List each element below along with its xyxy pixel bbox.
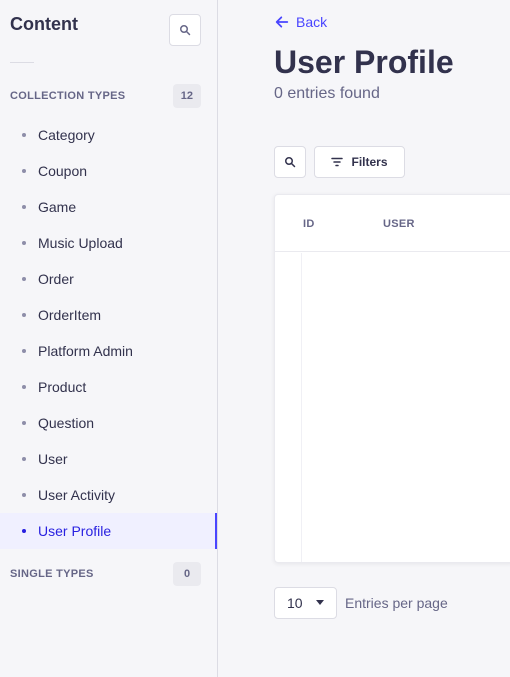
bullet-icon (22, 277, 26, 281)
sidebar-item-label: Category (38, 127, 95, 143)
single-types-header[interactable]: SINGLE TYPES 0 (10, 562, 201, 586)
bullet-icon (22, 241, 26, 245)
column-header-id[interactable]: ID (303, 218, 315, 230)
collection-types-list: Category Coupon Game Music Upload Order Order… (0, 117, 217, 549)
sidebar-item-label: Order (38, 271, 74, 287)
sidebar-item-label: User (38, 451, 68, 467)
collection-types-count-badge: 12 (172, 84, 201, 108)
sidebar-item-label: User Profile (38, 523, 112, 539)
sidebar-item-coupon[interactable]: Coupon (0, 153, 217, 189)
entries-per-page-select[interactable]: 10 (274, 587, 337, 619)
chevron-down-icon (316, 600, 324, 605)
single-types-label: SINGLE TYPES (10, 568, 94, 580)
sidebar-search-button[interactable] (169, 14, 201, 46)
filter-icon (331, 157, 344, 167)
table-body (301, 253, 302, 562)
sidebar-item-user-profile[interactable]: User Profile (0, 513, 217, 549)
sidebar-item-label: Platform Admin (38, 343, 133, 359)
entries-count: 0 entries found (274, 85, 380, 102)
main-content: Back User Profile 0 entries found Filter… (218, 0, 510, 677)
sidebar: Content COLLECTION TYPES 12 Category Coup… (0, 0, 218, 677)
bullet-icon (22, 313, 26, 317)
bullet-icon (22, 385, 26, 389)
sidebar-item-label: Product (38, 379, 87, 395)
bullet-icon (22, 205, 26, 209)
bullet-icon (22, 133, 26, 137)
sidebar-item-category[interactable]: Category (0, 117, 217, 153)
arrow-left-icon (275, 16, 289, 28)
bullet-icon (22, 493, 26, 497)
sidebar-item-orderitem[interactable]: OrderItem (0, 297, 217, 333)
sidebar-item-label: Question (38, 415, 95, 431)
back-link[interactable]: Back (274, 14, 327, 30)
filters-label: Filters (351, 155, 388, 169)
page-title: User Profile (274, 44, 454, 80)
sidebar-item-label: Coupon (38, 163, 88, 179)
sidebar-item-user[interactable]: User (0, 441, 217, 477)
bullet-icon (22, 169, 26, 173)
sidebar-title: Content (10, 14, 78, 34)
collection-types-header[interactable]: COLLECTION TYPES 12 (10, 84, 201, 108)
collection-types-label: COLLECTION TYPES (10, 90, 126, 102)
search-icon (285, 157, 296, 168)
back-label: Back (296, 14, 328, 30)
entries-per-page-label: Entries per page (345, 595, 448, 611)
search-button[interactable] (274, 146, 306, 178)
filters-button[interactable]: Filters (314, 146, 405, 178)
single-types-count-badge: 0 (173, 562, 201, 586)
sidebar-item-platform-admin[interactable]: Platform Admin (0, 333, 217, 369)
sidebar-item-label: User Activity (38, 487, 116, 503)
sidebar-item-user-activity[interactable]: User Activity (0, 477, 217, 513)
sidebar-item-question[interactable]: Question (0, 405, 217, 441)
sidebar-item-game[interactable]: Game (0, 189, 217, 225)
sidebar-divider (10, 62, 34, 63)
per-page-value: 10 (287, 595, 303, 611)
sidebar-item-music-upload[interactable]: Music Upload (0, 225, 217, 261)
sidebar-item-label: Music Upload (38, 235, 123, 251)
search-icon (180, 25, 191, 36)
sidebar-item-label: OrderItem (38, 307, 102, 323)
sidebar-item-order[interactable]: Order (0, 261, 217, 297)
bullet-icon (22, 349, 26, 353)
bullet-icon (22, 421, 26, 425)
entries-table: ID USER (274, 194, 510, 563)
bullet-icon (22, 457, 26, 461)
sidebar-item-product[interactable]: Product (0, 369, 217, 405)
table-header: ID USER (275, 195, 510, 252)
column-header-user[interactable]: USER (383, 218, 415, 230)
bullet-icon (22, 529, 26, 533)
sidebar-item-label: Game (38, 199, 77, 215)
